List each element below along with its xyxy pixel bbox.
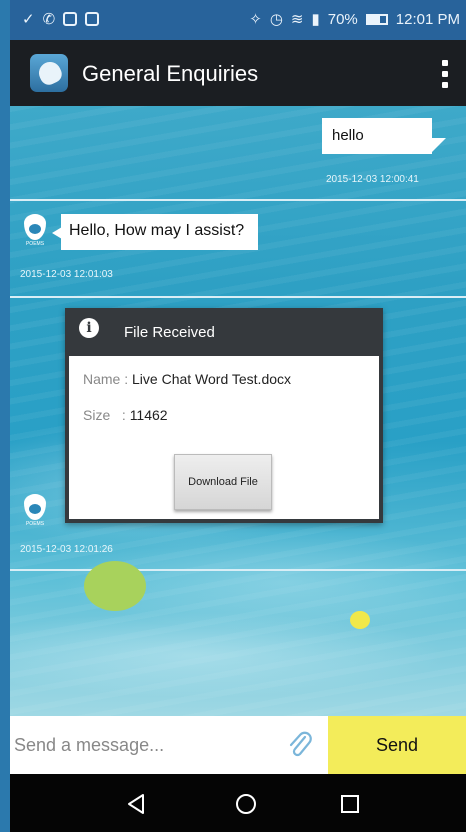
download-file-button[interactable]: Download File (174, 454, 272, 510)
mail-icon (85, 12, 100, 26)
app-logo-icon[interactable] (30, 54, 68, 92)
incoming-message: Hello, How may I assist? (52, 214, 258, 250)
info-icon: i (79, 318, 99, 338)
send-button[interactable]: Send (328, 716, 466, 774)
file-size-value: 11462 (129, 407, 168, 423)
file-name-label: Name : (83, 371, 133, 387)
dialog-body: Name : Live Chat Word Test.docx Size : 1… (69, 356, 379, 519)
message-input[interactable] (10, 716, 310, 774)
clock: 12:01 PM (395, 10, 460, 28)
dialog-header: i File Received (69, 308, 379, 356)
outgoing-message: hello (322, 118, 446, 154)
message-text: hello (332, 127, 364, 144)
home-icon[interactable] (234, 792, 258, 816)
chat-area[interactable]: hello 2015-12-03 12:00:41 POEMS Hello, H… (10, 106, 466, 716)
alarm-icon: ◷ (269, 11, 283, 28)
divider (10, 199, 466, 201)
file-name-value: Live Chat Word Test.docx (132, 371, 292, 387)
divider (10, 569, 466, 571)
system-navigation-bar (10, 774, 466, 832)
battery-fill (367, 15, 381, 23)
battery-icon (365, 13, 388, 25)
agent-avatar-icon: POEMS (20, 214, 50, 250)
message-text: Hello, How may I assist? (69, 222, 245, 239)
gallery-icon (63, 12, 78, 26)
decorative-blob (84, 561, 146, 611)
device-frame: ✓ ✆ ✧ ◷ ≋ ▮ 70% 12:01 PM General Enquiri… (0, 0, 466, 832)
whatsapp-icon: ✆ (42, 11, 56, 28)
file-size-row: Size : 11462 (83, 407, 168, 423)
back-icon[interactable] (124, 792, 148, 816)
signal-icon: ▮ (311, 11, 320, 28)
overflow-menu-icon[interactable] (442, 60, 448, 88)
phone-screen: ✓ ✆ ✧ ◷ ≋ ▮ 70% 12:01 PM General Enquiri… (10, 0, 466, 832)
notification-icons: ✓ ✆ (22, 10, 100, 28)
agent-avatar-icon: POEMS (20, 494, 50, 530)
divider (10, 296, 466, 298)
wifi-icon: ≋ (290, 11, 304, 28)
message-timestamp: 2015-12-03 12:01:03 (20, 269, 113, 280)
file-name-row: Name : Live Chat Word Test.docx (83, 371, 291, 387)
message-timestamp: 2015-12-03 12:01:26 (20, 544, 113, 555)
attachment-icon[interactable] (286, 730, 314, 760)
file-received-dialog: i File Received Name : Live Chat Word Te… (65, 308, 383, 523)
vibrate-icon: ✧ (249, 11, 262, 28)
app-title-bar: General Enquiries (10, 40, 466, 106)
message-composer: Send (10, 716, 466, 774)
system-icons: ✧ ◷ ≋ ▮ 70% 12:01 PM (249, 10, 460, 29)
recent-apps-icon[interactable] (338, 792, 362, 816)
message-timestamp: 2015-12-03 12:00:41 (326, 174, 419, 185)
decorative-blob (350, 611, 370, 629)
page-title: General Enquiries (82, 61, 259, 86)
status-bar: ✓ ✆ ✧ ◷ ≋ ▮ 70% 12:01 PM (10, 0, 466, 40)
check-icon: ✓ (22, 11, 35, 28)
battery-percent: 70% (327, 10, 358, 28)
file-size-label: Size : (83, 407, 130, 423)
dialog-title: File Received (124, 324, 215, 341)
